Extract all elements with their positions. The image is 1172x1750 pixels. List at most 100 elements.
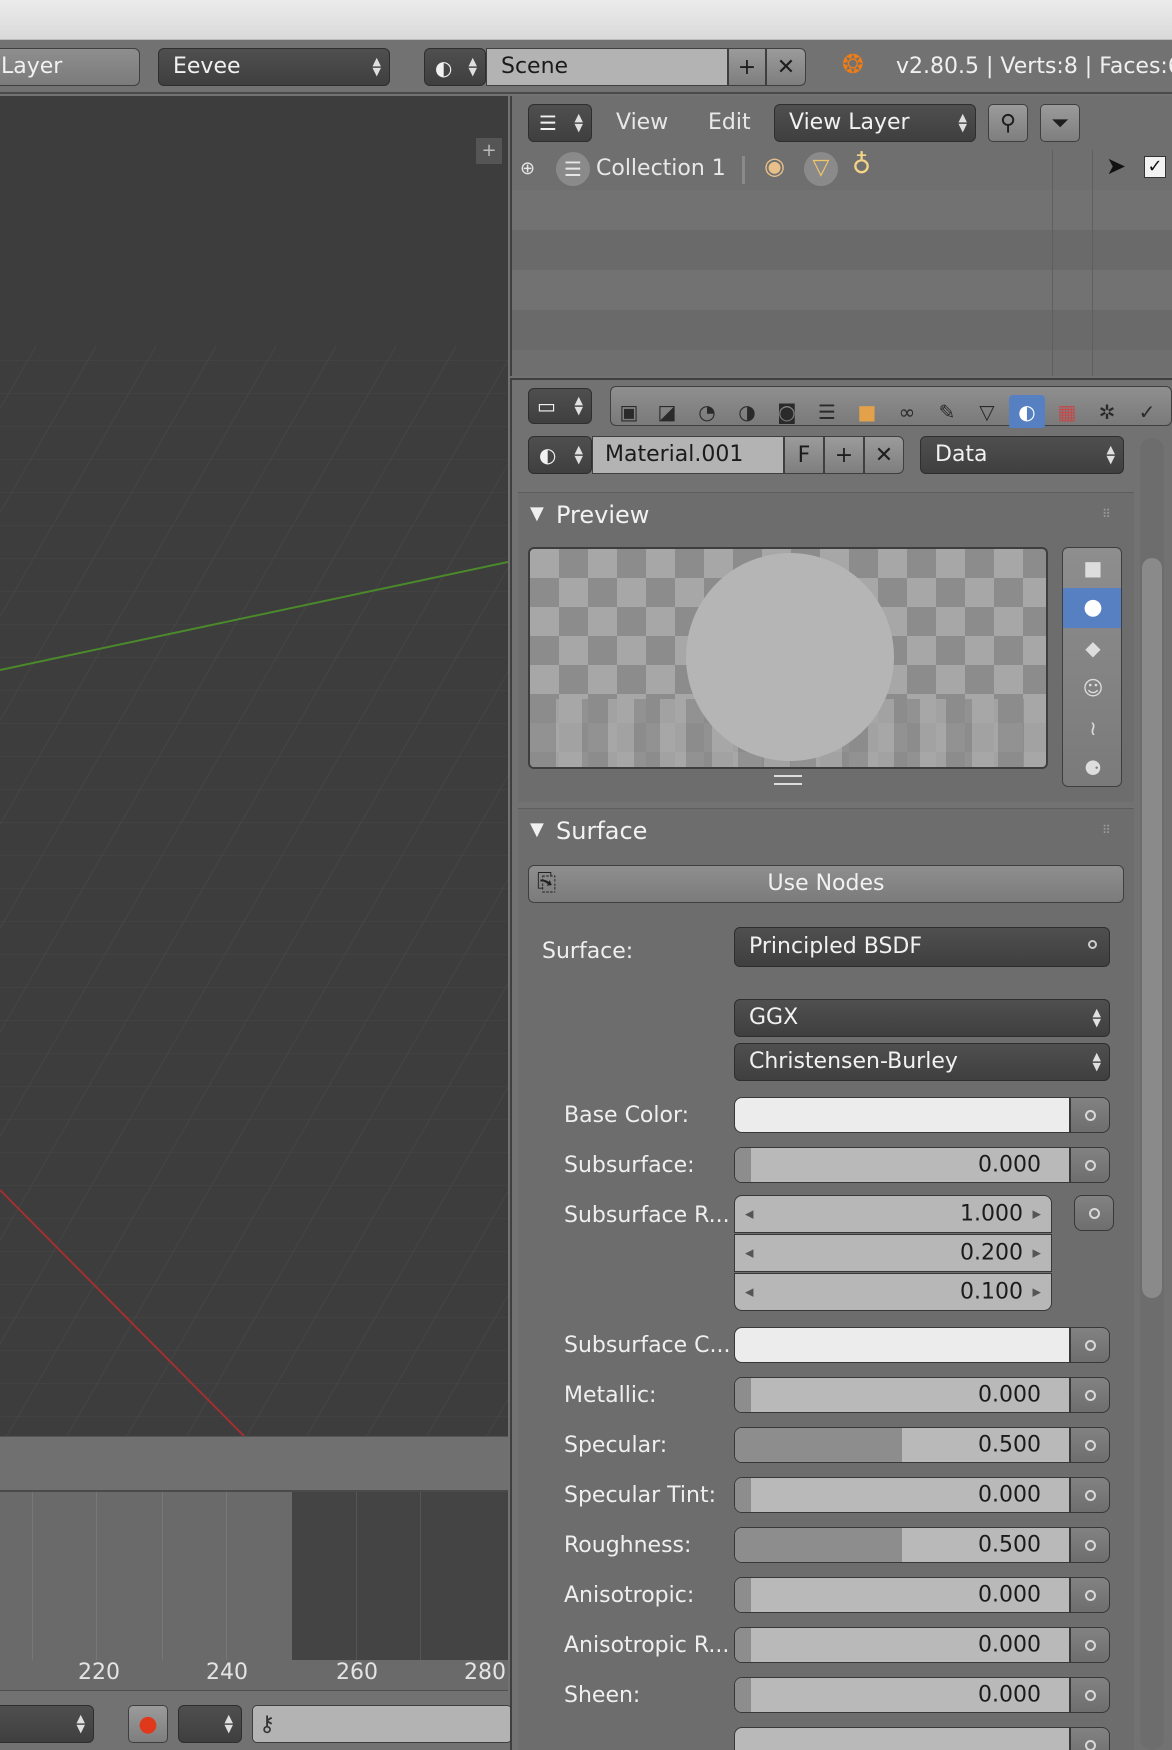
preview-panel: ▼ Preview ⠿ ■ ● ◆ ☺ ≀ ⚈ xyxy=(518,492,1134,802)
camera-icon[interactable]: ◉ xyxy=(764,152,785,180)
tab-output[interactable]: ◪ xyxy=(649,395,685,429)
collapse-triangle-icon[interactable]: ▼ xyxy=(530,503,544,524)
sheen-tint-link-button[interactable] xyxy=(1070,1727,1110,1750)
tab-modifiers[interactable]: ✎ xyxy=(929,395,965,429)
tab-constraints[interactable]: ∞ xyxy=(889,395,925,429)
playback-dropdown[interactable]: ▲ ▼ xyxy=(0,1705,94,1743)
preview-hair-button[interactable]: ≀ xyxy=(1063,708,1121,748)
surface-shader-label: Principled BSDF xyxy=(749,934,923,959)
unlink-material-button[interactable]: ✕ xyxy=(864,436,904,474)
tab-object[interactable]: ■ xyxy=(849,395,885,429)
tab-world[interactable]: ◙ xyxy=(769,395,805,429)
anisotropic-slider[interactable]: 0.000 xyxy=(734,1577,1070,1613)
timeline-ruler[interactable]: 220 240 260 280 xyxy=(0,1660,508,1690)
tab-scene[interactable]: ◑ xyxy=(729,395,765,429)
preview-monkey-button[interactable]: ☺ xyxy=(1063,668,1121,708)
tab-view-layer[interactable]: ◔ xyxy=(689,395,725,429)
light-icon[interactable]: ♁ xyxy=(852,150,871,180)
render-engine-dropdown[interactable]: Eevee ▲ ▼ xyxy=(158,48,390,86)
cursor-select-icon[interactable]: ➤ xyxy=(1106,152,1126,180)
sheen-slider[interactable]: 0.000 xyxy=(734,1677,1070,1713)
link-mode-dropdown[interactable]: Data ▲ ▼ xyxy=(920,436,1124,474)
subsurface-slider[interactable]: 0.000 xyxy=(734,1147,1070,1183)
filter-button[interactable]: ⏷ xyxy=(1040,104,1080,142)
specular-slider[interactable]: 0.500 xyxy=(734,1427,1070,1463)
mesh-icon[interactable]: ▽ xyxy=(804,152,838,186)
keying-mode-dropdown[interactable]: ▲ ▼ xyxy=(178,1705,242,1743)
anisotropic-rotation-link-button[interactable] xyxy=(1070,1627,1110,1663)
auto-keying-button[interactable]: ● xyxy=(128,1705,168,1743)
scene-browse-button[interactable]: ◐ ▲ ▼ xyxy=(424,48,486,86)
sheen-link-button[interactable] xyxy=(1070,1677,1110,1713)
3d-viewport[interactable]: + xyxy=(0,96,508,1436)
properties-editor-dropdown[interactable]: ▭ ▲ ▼ xyxy=(528,388,592,424)
scene-name-field[interactable]: Scene xyxy=(486,48,728,86)
metallic-slider[interactable]: 0.000 xyxy=(734,1377,1070,1413)
tab-render[interactable]: ▣ xyxy=(611,395,647,429)
tab-particles[interactable]: ✲ xyxy=(1089,395,1125,429)
subsurface-link-button[interactable] xyxy=(1070,1147,1110,1183)
preview-sphere-button[interactable]: ● xyxy=(1063,588,1121,628)
tab-physics[interactable]: ✓ xyxy=(1129,395,1165,429)
menu-edit[interactable]: Edit xyxy=(708,110,751,135)
specular-link-button[interactable] xyxy=(1070,1427,1110,1463)
timeline-area[interactable] xyxy=(0,1490,508,1665)
fake-user-button[interactable]: F xyxy=(784,436,824,474)
surface-shader-dropdown[interactable]: Principled BSDF xyxy=(734,927,1110,967)
tab-material[interactable]: ◐ xyxy=(1009,395,1045,429)
use-nodes-button[interactable]: ⎘ Use Nodes xyxy=(528,865,1124,903)
tab-texture[interactable]: ▦ xyxy=(1049,395,1085,429)
tab-data[interactable]: ▽ xyxy=(969,395,1005,429)
subsurface-radius-link-button[interactable] xyxy=(1074,1195,1114,1231)
outliner[interactable]: ☰ ▲ ▼ View Edit View Layer ▲ ▼ ⚲ ⏷ ⊕ ☰ Col… xyxy=(510,96,1172,376)
drag-handle-icon[interactable]: ⠿ xyxy=(1102,507,1111,521)
subsurface-method-dropdown[interactable]: Christensen-Burley ▲ ▼ xyxy=(734,1043,1110,1081)
new-material-button[interactable]: + xyxy=(824,436,864,474)
base-color-link-button[interactable] xyxy=(1070,1097,1110,1133)
resize-handle-icon[interactable] xyxy=(774,775,802,785)
material-browse-button[interactable]: ◐ ▲ ▼ xyxy=(528,436,592,474)
scrollbar-thumb[interactable] xyxy=(1142,558,1162,1298)
view-layer-field[interactable]: Layer xyxy=(0,48,140,86)
menu-view[interactable]: View xyxy=(616,110,668,135)
tab-collection[interactable]: ☰ xyxy=(809,395,845,429)
scrollbar-track[interactable] xyxy=(1140,438,1164,1750)
specular-tint-slider[interactable]: 0.000 xyxy=(734,1477,1070,1513)
preview-cube-button[interactable]: ◆ xyxy=(1063,628,1121,668)
new-scene-button[interactable]: + xyxy=(728,48,766,86)
display-mode-dropdown[interactable]: View Layer ▲ ▼ xyxy=(774,104,976,142)
keying-set-field[interactable]: ⚷ xyxy=(252,1705,512,1743)
collection-name[interactable]: Collection 1 xyxy=(596,156,726,181)
roughness-link-button[interactable] xyxy=(1070,1527,1110,1563)
delete-scene-button[interactable]: ✕ xyxy=(766,48,806,86)
subsurface-radius-x[interactable]: ◀ 1.000 ▶ xyxy=(734,1195,1052,1233)
drag-handle-icon[interactable]: ⠿ xyxy=(1102,823,1111,837)
preview-world-button[interactable]: ⚈ xyxy=(1063,748,1121,786)
metallic-link-button[interactable] xyxy=(1070,1377,1110,1413)
subsurface-color-swatch[interactable] xyxy=(734,1327,1070,1363)
material-name-field[interactable]: Material.001 xyxy=(592,436,784,474)
sheen-tint-slider[interactable] xyxy=(734,1727,1070,1750)
distribution-dropdown[interactable]: GGX ▲ ▼ xyxy=(734,999,1110,1037)
subsurface-color-link-button[interactable] xyxy=(1070,1327,1110,1363)
subsurface-color-label: Subsurface C... xyxy=(564,1333,731,1358)
anisotropic-link-button[interactable] xyxy=(1070,1577,1110,1613)
subsurface-method-label: Christensen-Burley xyxy=(749,1049,958,1074)
preview-flat-button[interactable]: ■ xyxy=(1063,548,1121,588)
properties-editor[interactable]: ◐ ▲ ▼ Material.001 F + ✕ Data ▲ ▼ ▼ Previe… xyxy=(510,428,1172,1750)
editor-type-dropdown[interactable]: ☰ ▲ ▼ xyxy=(528,104,592,142)
surface-panel-title[interactable]: Surface xyxy=(556,817,647,845)
roughness-slider[interactable]: 0.500 xyxy=(734,1527,1070,1563)
collapse-triangle-icon[interactable]: ▼ xyxy=(530,819,544,840)
expand-icon[interactable]: ⊕ xyxy=(520,158,535,179)
material-preview-image xyxy=(528,547,1048,769)
visibility-checkbox[interactable]: ✓ xyxy=(1144,156,1166,178)
specular-tint-link-button[interactable] xyxy=(1070,1477,1110,1513)
viewport-sidebar-toggle[interactable]: + xyxy=(476,138,502,164)
search-button[interactable]: ⚲ xyxy=(988,104,1028,142)
subsurface-radius-z[interactable]: ◀ 0.100 ▶ xyxy=(734,1273,1052,1311)
base-color-swatch[interactable] xyxy=(734,1097,1070,1133)
subsurface-radius-y[interactable]: ◀ 0.200 ▶ xyxy=(734,1234,1052,1272)
anisotropic-rotation-slider[interactable]: 0.000 xyxy=(734,1627,1070,1663)
preview-panel-title[interactable]: Preview xyxy=(556,501,649,529)
